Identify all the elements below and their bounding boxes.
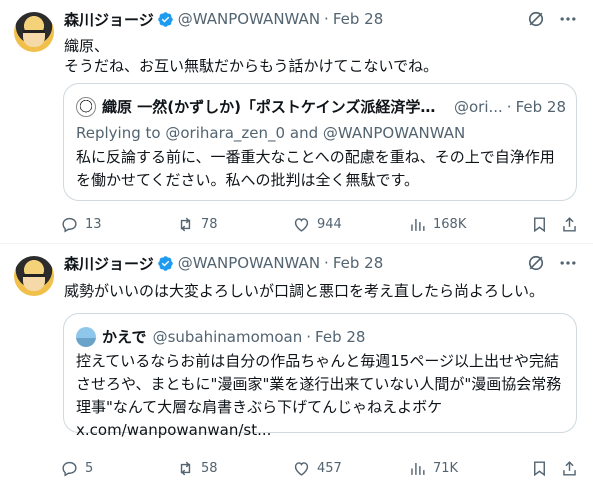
- share-icon: [563, 216, 576, 232]
- share-button[interactable]: [560, 459, 579, 478]
- top-actions: [525, 252, 579, 274]
- like-button[interactable]: 944: [292, 215, 342, 234]
- repost-count: 78: [201, 216, 218, 232]
- views-chart-icon: [411, 462, 425, 475]
- quote-handle: @ori...: [453, 97, 503, 116]
- tweet-header: 森川ジョージ @WANPOWANWAN · Feb 28: [64, 252, 383, 274]
- quote-avatar: [76, 96, 96, 117]
- author-name[interactable]: 森川ジョージ: [64, 9, 154, 30]
- separator-dot: ·: [324, 10, 329, 28]
- views-chart-icon: [411, 218, 425, 231]
- tweet-2[interactable]: 森川ジョージ @WANPOWANWAN · Feb 28 威勢がいいのは大変よろ…: [0, 244, 593, 489]
- avatar[interactable]: [14, 256, 54, 296]
- views-button[interactable]: 168K: [408, 215, 466, 234]
- tweet-text: 織原、 そうだね、お互い無駄だからもう話かけてこないでね。: [64, 37, 439, 75]
- views-count: 168K: [433, 216, 467, 232]
- tweet-header: 森川ジョージ @WANPOWANWAN · Feb 28: [64, 8, 383, 30]
- replying-handle-2: @WANPOWANWAN: [322, 124, 466, 142]
- share-button[interactable]: [560, 215, 579, 234]
- more-options-icon[interactable]: [557, 8, 579, 30]
- quote-text: 私に反論する前に、一番重大なことへの配慮を重ね、その上で自浄作用 を働かせてくだ…: [76, 148, 555, 189]
- quote-date: Feb 28: [315, 327, 366, 346]
- repost-button[interactable]: 58: [176, 459, 218, 478]
- separator-dot: ·: [324, 254, 329, 272]
- reply-icon: [62, 217, 77, 232]
- verified-badge-icon: [157, 255, 173, 271]
- avatar[interactable]: [14, 12, 54, 52]
- reply-button[interactable]: 5: [60, 459, 93, 478]
- quote-avatar: [76, 326, 96, 347]
- separator-dot: ·: [506, 97, 512, 116]
- replying-prefix: Replying to: [76, 124, 161, 142]
- like-count: 457: [317, 460, 342, 476]
- bookmark-icon: [534, 460, 545, 476]
- tweet-date[interactable]: Feb 28: [333, 254, 383, 272]
- quote-header: 織原 一然(かずしか)「ポストケインズ派経済学の... @ori... · Fe…: [76, 96, 566, 117]
- replying-and: and: [289, 124, 319, 142]
- grok-icon[interactable]: [525, 8, 547, 30]
- verified-badge-icon: [157, 11, 173, 27]
- quoted-tweet[interactable]: 織原 一然(かずしか)「ポストケインズ派経済学の... @ori... · Fe…: [63, 83, 577, 201]
- reply-button[interactable]: 13: [60, 215, 102, 234]
- top-actions: [525, 8, 579, 30]
- repost-count: 58: [201, 460, 218, 476]
- reply-count: 13: [85, 216, 102, 232]
- bookmark-button[interactable]: [530, 215, 549, 234]
- quote-text: 控えているならお前は自分の作品ちゃんと毎週15ページ以上出せや完結 させろや、ま…: [76, 352, 562, 439]
- tweet-actions: 13 78 944 168K: [60, 212, 580, 236]
- reply-count: 5: [85, 460, 94, 476]
- quote-author-name: 織原 一然(かずしか)「ポストケインズ派経済学の...: [102, 98, 448, 116]
- author-name[interactable]: 森川ジョージ: [64, 253, 154, 274]
- replying-handle-1: @orihara_zen_0: [165, 124, 286, 142]
- grok-icon[interactable]: [525, 252, 547, 274]
- quote-date: Feb 28: [515, 97, 566, 116]
- like-button[interactable]: 457: [292, 459, 342, 478]
- quote-author-name: かえで: [102, 328, 147, 346]
- tweet-1[interactable]: 森川ジョージ @WANPOWANWAN · Feb 28 織原、 そうだね、お互…: [0, 0, 593, 243]
- quote-header: かえで @subahinamomoan · Feb 28: [76, 326, 566, 347]
- bookmark-button[interactable]: [530, 459, 549, 478]
- tweet-text: 威勢がいいのは大変よろしいが口調と悪口を考え直したら尚よろしい。: [64, 282, 545, 300]
- repost-icon: [180, 461, 191, 475]
- heart-icon: [294, 461, 309, 476]
- author-handle[interactable]: @WANPOWANWAN: [178, 254, 320, 272]
- replying-to: Replying to @orihara_zen_0 and @WANPOWAN…: [76, 124, 465, 142]
- like-count: 944: [317, 216, 342, 232]
- tweet-date[interactable]: Feb 28: [333, 10, 383, 28]
- author-handle[interactable]: @WANPOWANWAN: [178, 10, 320, 28]
- share-icon: [563, 460, 576, 476]
- bookmark-icon: [534, 216, 545, 232]
- reply-icon: [62, 461, 77, 476]
- heart-icon: [294, 217, 309, 232]
- repost-button[interactable]: 78: [176, 215, 218, 234]
- repost-icon: [180, 217, 191, 231]
- quoted-tweet[interactable]: かえで @subahinamomoan · Feb 28 控えているならお前は自…: [63, 313, 577, 439]
- tweet-actions: 5 58 457 71K: [60, 456, 580, 480]
- views-button[interactable]: 71K: [408, 459, 458, 478]
- views-count: 71K: [433, 460, 459, 476]
- quote-handle: @subahinamomoan: [152, 327, 303, 346]
- more-options-icon[interactable]: [557, 252, 579, 274]
- separator-dot: ·: [306, 327, 312, 346]
